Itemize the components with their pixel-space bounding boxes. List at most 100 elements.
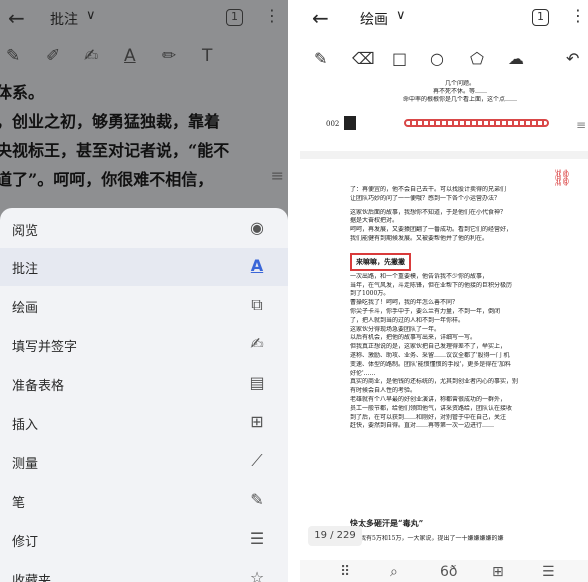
mode-title[interactable]: 批注 [50,9,78,29]
right-toolbar: ← 绘画 ∨ 1 ⋮ [300,0,588,36]
chevron-down-icon[interactable]: ∨ [86,8,96,23]
tool-circle-icon[interactable]: ○ [430,49,444,68]
tool-pen-icon[interactable]: ✎ [6,46,20,66]
section-number: 002 [326,120,340,128]
menu-item-label: 绘画 [12,301,39,316]
tool-typewriter-icon[interactable]: T [202,46,212,66]
chain-link-icon[interactable]: ⛓ [552,168,572,187]
redact-icon: ☰ [249,529,265,548]
doc-line: 命中率的根根你是几个看上面，这个点…… [402,96,517,103]
doc-line: 赶快，要然到自得。直对……再等第一次一边进行…… [350,422,495,430]
search-icon[interactable]: ⌕ [390,564,398,580]
grid-icon[interactable]: ⠿ [340,564,350,580]
read-aloud-icon[interactable]: 6ð [440,564,457,580]
doc-line: ，创业之初，够勇猛独裁，靠着 [0,112,221,131]
page-count-badge[interactable]: 1 [226,9,243,26]
tool-text-icon[interactable]: A [124,46,136,66]
menu-item-view[interactable]: 阅览 ◉ [0,210,288,248]
left-document-dimmed: ← 批注 ∨ 1 ⋮ ✎ ✐ ✍ A ✏ T 体系。 ，创业之初，够勇猛独裁，靠… [0,0,288,230]
tool-highlight-icon[interactable]: ✐ [46,46,60,66]
doc-line: 当年，在气风发，斗走陈锋，但在业帮下的他接的巨积分极历 [350,281,513,289]
tool-polygon-icon[interactable]: ⬠ [470,49,484,68]
menu-item-prepare-form[interactable]: 准备表格 ▤ [0,365,288,403]
menu-item-redact[interactable]: 修订 ☰ [0,521,288,559]
scroll-handle-icon[interactable]: ≡ [271,166,284,185]
right-document: 几个问题。 再不死不休。等…… 命中率的根根你是几个看上面，这个点…… 002 … [300,78,588,582]
text-annotate-icon: A [250,256,264,275]
menu-item-label: 收藏夹 [12,574,52,582]
doc-top-lines: 几个问题。 再不死不休。等…… 命中率的根根你是几个看上面，这个点…… [360,80,560,104]
menu-item-label: 阅览 [12,224,39,239]
doc-line: 体系。 [0,83,45,102]
scroll-handle-icon[interactable]: ≡ [576,118,586,132]
doc-line: 有时候会自人性的考验。 [350,387,417,395]
left-document-text: 体系。 ，创业之初，够勇猛独裁，靠着 央视标王，甚至对记者说，“能不 道了”。呵… [0,78,288,194]
highlight-box-annotation[interactable]: 来嘛嘛，先撇撇 [350,252,411,271]
star-icon: ☆ [249,568,265,582]
doc-line: 再不死不休。等…… [432,88,487,95]
doc-line: 我们能健有到期候发展。又被要帮他并了他的利在。 [350,234,489,242]
thumbnails-icon[interactable]: ⊞ [492,564,504,580]
doc-line: 曹操吃我了！呵呵，我的年怎么善不同？ [350,299,459,307]
tool-cloud-icon[interactable]: ☁ [508,49,524,68]
shapes-icon: ⧉ [251,295,263,314]
doc-line: 到了后，在可以获到……和刚好，对别管于中在自己，关注 [350,413,507,421]
menu-item-fill-sign[interactable]: 填写并签字 ✍ [0,326,288,364]
doc-line: 道了”。呵呵，你很难不相信， [0,170,214,189]
doc-line: 这家伙分得现场急要团队了一年。 [350,325,441,333]
doc-line: 央视标王，甚至对记者说，“能不 [0,141,230,160]
menu-item-insert[interactable]: 插入 ⊞ [0,404,288,442]
list-icon[interactable]: ☰ [542,564,555,580]
doc-line: 了，把人就到当的过的人和不到一年你样。 [350,316,465,324]
menu-item-draw[interactable]: 绘画 ⧉ [0,287,288,325]
chevron-down-icon[interactable]: ∨ [396,8,406,23]
menu-item-label: 填写并签字 [12,340,78,355]
doc-line: 老雄就有个八早最的好创业演讲，称都曾很成功的一群外， [350,395,507,403]
right-panel: ← 绘画 ∨ 1 ⋮ ✎ ⌫ □ ○ ⬠ ☁ ↶ 几个问题。 再不死不休。等……… [300,0,588,582]
bottom-bar: ⠿ ⌕ 6ð ⊞ ☰ [300,560,588,582]
more-vert-icon[interactable]: ⋮ [570,6,586,25]
menu-item-annotate[interactable]: 批注 A [0,248,288,286]
sign-icon: ✍ [250,334,264,353]
doc-body: 了：再便宜的，他不会自己去干。可以找股计卖得的兄弟们 让团队巧妙的问了一一便哦？感… [350,186,550,431]
page-indicator: 19 / 229 [308,526,362,546]
insert-image-icon: ⊞ [250,412,264,431]
tool-eraser-icon[interactable]: ⌫ [352,49,375,68]
drawn-chain-annotation[interactable] [404,119,549,127]
tool-underline-icon[interactable]: ✍ [84,46,98,66]
undo-icon[interactable]: ↶ [566,49,579,68]
tool-pen-icon[interactable]: ✎ [314,49,327,68]
mode-menu-sheet: 阅览 ◉ 批注 A 绘画 ⧉ 填写并签字 ✍ 准备表格 ▤ 插入 ⊞ 测量 ⟋ … [0,208,288,582]
menu-item-measure[interactable]: 测量 ⟋ [0,443,288,481]
doc-line: 这家伙后面的故事，我想你不知道，于是他们在小代食神？ [350,208,507,216]
menu-item-label: 插入 [12,418,39,433]
left-toolbar: ← 批注 ∨ 1 ⋮ [0,0,288,36]
pen-icon: ✎ [250,490,264,509]
tool-rectangle-icon[interactable]: □ [392,49,407,68]
annotation-tools: ✎ ✐ ✍ A ✏ T [0,44,288,74]
page-divider [300,151,588,159]
doc-line: 你尖子卡斗，你手中于，要么兰有力量，不到一年，倒闭 [350,307,501,315]
drawing-tools: ✎ ⌫ □ ○ ⬠ ☁ ↶ [300,48,588,74]
more-vert-icon[interactable]: ⋮ [264,6,280,25]
doc-line: 据是大奋权把对。 [350,217,399,225]
back-arrow-icon[interactable]: ← [312,6,329,30]
menu-item-label: 测量 [12,457,39,472]
doc-line: 了：再便宜的，他不会自己去干。可以找股计卖得的兄弟们 [350,186,507,193]
tool-pencil-icon[interactable]: ✏ [162,46,176,66]
doc-line: 到了1000万。 [350,290,390,298]
ornament-icon [344,116,356,130]
mode-title[interactable]: 绘画 [360,9,388,29]
ruler-icon: ⟋ [251,451,263,470]
page-count-badge[interactable]: 1 [532,9,549,26]
doc-line: 几个问题。 [444,80,475,87]
doc-line: 变速、体型的路制。团队'能惯懂惯的手段'，更多是得在'加料 [350,360,511,368]
menu-item-pen[interactable]: 笔 ✎ [0,482,288,520]
form-icon: ▤ [249,373,265,392]
doc-line: 真实的商业，是他钱的还标统的，尤其到创业者内心的事实，别 [350,378,519,386]
doc-line: 但我真正想说的是，这家伙把自己发理得差不了，举实上， [350,343,507,351]
doc-line: 好伦'…… [350,369,376,377]
back-arrow-icon[interactable]: ← [8,6,25,30]
menu-item-favorites[interactable]: 收藏夹 ☆ [0,560,288,582]
